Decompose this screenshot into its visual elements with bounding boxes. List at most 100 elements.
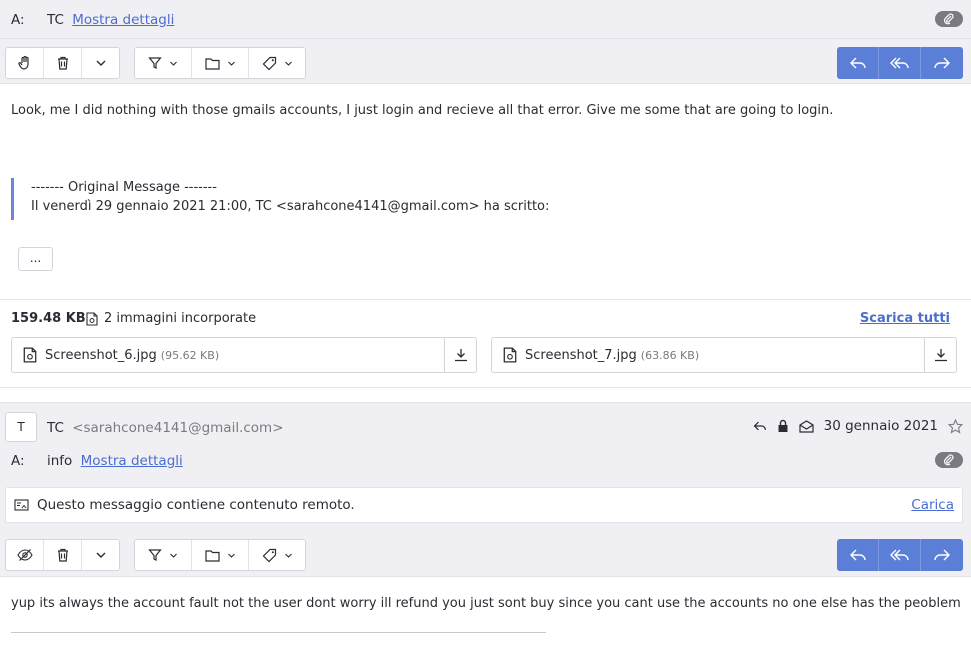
action-group — [5, 47, 120, 79]
avatar: T — [5, 412, 37, 442]
download-button[interactable] — [444, 338, 476, 372]
reply-all-button[interactable] — [879, 47, 921, 79]
trash-icon — [57, 548, 68, 562]
image-file-icon — [86, 311, 98, 326]
quoted-message: ------- Original Message ------- Il vene… — [11, 178, 549, 220]
tag-icon — [262, 56, 276, 70]
reply-icon — [849, 549, 866, 561]
quote-header: ------- Original Message ------- — [31, 180, 217, 195]
move-to-folder-button[interactable] — [192, 48, 249, 78]
image-file-icon — [503, 347, 517, 363]
image-icon — [14, 499, 29, 511]
sender-name: TC — [47, 420, 64, 436]
paperclip-icon[interactable] — [935, 11, 963, 27]
show-details-link[interactable]: Mostra dettagli — [81, 453, 183, 469]
chevron-down-icon — [96, 60, 105, 66]
lock-icon — [778, 419, 788, 432]
message2-header — [0, 402, 971, 486]
filter-icon — [148, 57, 162, 69]
trash-icon — [57, 56, 68, 70]
attachment-name: Screenshot_6.jpg — [45, 347, 157, 363]
recipient-label: A: — [11, 12, 25, 28]
attachment-card[interactable]: Screenshot_6.jpg (95.62 KB) — [11, 337, 477, 373]
reply-all-icon — [889, 549, 909, 561]
download-button[interactable] — [924, 338, 956, 372]
tag-icon — [262, 548, 276, 562]
mark-unread-button[interactable] — [6, 540, 44, 570]
message-date: 30 gennaio 2021 — [823, 418, 938, 434]
reply-all-icon — [889, 57, 909, 69]
mark-read-button[interactable] — [6, 48, 44, 78]
reply-button[interactable] — [837, 47, 879, 79]
forward-button[interactable] — [921, 539, 963, 571]
hand-icon — [17, 55, 29, 70]
attachment-name: Screenshot_7.jpg — [525, 347, 637, 363]
sender[interactable]: TC <sarahcone4141@gmail.com> — [47, 420, 284, 436]
recipient-name: info Mostra dettagli — [47, 453, 183, 469]
reply-all-button[interactable] — [879, 539, 921, 571]
message1-toolbar — [0, 38, 971, 84]
label-button[interactable] — [249, 540, 305, 570]
chevron-down-icon — [170, 553, 177, 558]
move-to-folder-button[interactable] — [192, 540, 249, 570]
message1-header: A: TC Mostra dettagli — [0, 0, 971, 38]
attachments-count: 2 immagini incorporate — [86, 311, 256, 326]
forward-button[interactable] — [921, 47, 963, 79]
chevron-down-icon — [284, 553, 292, 558]
image-file-icon — [23, 347, 37, 363]
replied-icon — [753, 421, 766, 431]
delete-button[interactable] — [44, 540, 82, 570]
load-remote-content-link[interactable]: Carica — [911, 497, 954, 513]
recipient-name: TC Mostra dettagli — [47, 12, 174, 28]
eye-slash-icon — [16, 549, 33, 561]
forward-icon — [934, 549, 950, 561]
folder-icon — [204, 549, 220, 562]
download-icon — [934, 349, 947, 362]
star-icon[interactable] — [948, 418, 963, 434]
message1-body: Look, me I did nothing with those gmails… — [11, 103, 834, 118]
recipient-name-text: info — [47, 453, 73, 469]
quote-line: Il venerdì 29 gennaio 2021 21:00, TC <sa… — [31, 199, 550, 214]
expand-quote-button[interactable]: ... — [18, 247, 53, 271]
remote-notice-text: Questo messaggio contiene contenuto remo… — [37, 497, 355, 513]
envelope-icon — [799, 419, 814, 433]
more-actions-button[interactable] — [82, 540, 119, 570]
message2-toolbar — [0, 531, 971, 577]
label-button[interactable] — [249, 48, 305, 78]
chevron-down-icon — [170, 61, 177, 66]
chevron-down-icon — [96, 552, 105, 558]
organize-group — [134, 539, 306, 571]
delete-button[interactable] — [44, 48, 82, 78]
forward-icon — [934, 57, 950, 69]
signature-divider — [11, 632, 546, 633]
attachments-total-size: 159.48 KB — [11, 311, 86, 326]
attachment-card[interactable]: Screenshot_7.jpg (63.86 KB) — [491, 337, 957, 373]
reply-group — [837, 47, 963, 79]
attachments-count-label: 2 immagini incorporate — [104, 311, 257, 326]
organize-group — [134, 47, 306, 79]
filter-button[interactable] — [135, 48, 192, 78]
action-group — [5, 539, 120, 571]
divider — [0, 299, 971, 300]
filter-button[interactable] — [135, 540, 192, 570]
more-actions-button[interactable] — [82, 48, 119, 78]
recipient-label: A: — [11, 453, 25, 469]
divider — [0, 387, 971, 388]
sender-email: <sarahcone4141@gmail.com> — [72, 420, 284, 436]
reply-icon — [849, 57, 866, 69]
attachment-size: (95.62 KB) — [160, 348, 220, 362]
reply-group — [837, 539, 963, 571]
chevron-down-icon — [227, 553, 235, 558]
chevron-down-icon — [227, 61, 235, 66]
filter-icon — [148, 549, 162, 561]
folder-icon — [204, 57, 220, 70]
reply-button[interactable] — [837, 539, 879, 571]
download-icon — [454, 349, 467, 362]
recipient-name-text: TC — [47, 12, 64, 28]
remote-content-notice: Questo messaggio contiene contenuto remo… — [5, 487, 963, 523]
show-details-link[interactable]: Mostra dettagli — [72, 12, 174, 28]
download-all-link[interactable]: Scarica tutti — [860, 311, 950, 326]
message2-body: yup its always the account fault not the… — [11, 596, 961, 611]
attachment-size: (63.86 KB) — [640, 348, 700, 362]
paperclip-icon[interactable] — [935, 452, 963, 468]
